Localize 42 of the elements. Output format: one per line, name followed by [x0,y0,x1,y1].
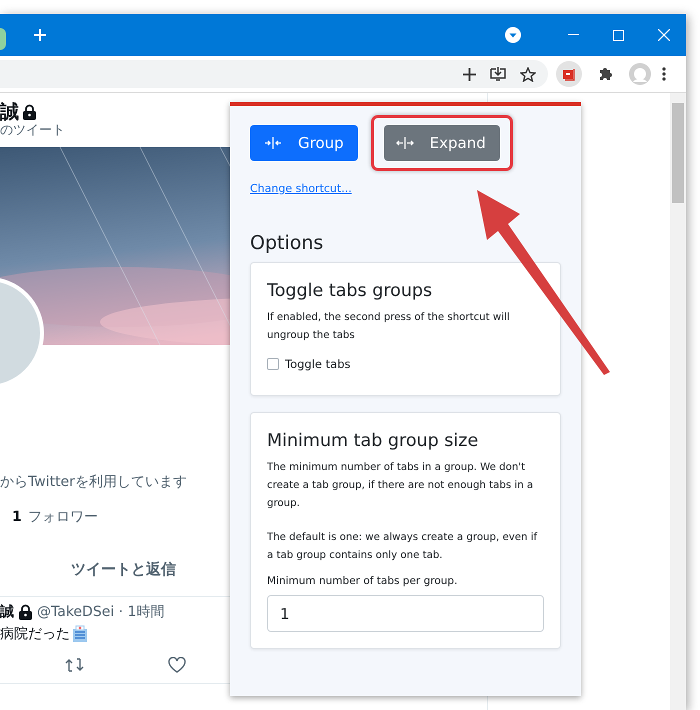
menu-icon[interactable] [662,67,666,81]
card-description: The minimum number of tabs in a group. We don't create a tab group, if there are not enough tabs in a group. [267,461,534,511]
card-title: Toggle tabs groups [267,280,434,303]
shortcut-link[interactable]: Change shortcut... [250,182,352,195]
followers-count[interactable]: 1 フォロワー [0,508,98,526]
profile-name: 誠 [0,101,19,123]
tweet-meta: @TakeDSei · 1時間 [37,603,164,621]
star-icon[interactable] [520,66,536,82]
maximize-icon[interactable] [613,30,624,40]
hospital-icon [71,625,89,643]
minimize-icon[interactable] [568,34,579,36]
install-icon[interactable] [490,66,506,82]
field-label: Minimum number of tabs per group. [267,575,458,587]
lock-icon [22,104,37,120]
scrollbar[interactable] [670,93,686,710]
expand-button[interactable]: Expand [384,125,500,161]
card-description: If enabled, the second press of the shortcut will ungroup the tabs [267,311,511,343]
extension-button[interactable] [556,61,582,87]
checkbox[interactable] [267,358,279,370]
tab-search-icon[interactable] [505,27,521,43]
checkbox-label[interactable]: Toggle tabs [285,357,350,371]
close-icon[interactable] [658,29,670,41]
expand-icon [396,137,414,149]
section-heading: Options [250,232,324,254]
new-tab-icon[interactable] [33,28,47,42]
plus-icon[interactable] [463,68,476,80]
number-field[interactable]: 1 [267,595,544,632]
retweet-icon[interactable] [65,657,84,673]
tab-stack-icon [562,67,576,81]
scrollbar-thumb[interactable] [672,103,684,203]
card-description: The default is one: we always create a group, even if a tab group contains only one tab. [267,531,538,563]
tweet-author: 誠 [0,603,14,621]
card-title: Minimum tab group size [267,430,480,453]
tweet-text: 病院だった [0,625,70,643]
tweet-count: のツイート [0,123,65,139]
profile-tab[interactable]: ツイートと返信 [71,559,176,579]
like-icon[interactable] [168,657,186,673]
lock-icon [18,604,33,620]
group-button[interactable]: Group [250,125,358,161]
collapse-icon [264,137,282,149]
browser-tab[interactable] [0,28,6,50]
bio-text: からTwitterを利用しています [0,473,187,491]
